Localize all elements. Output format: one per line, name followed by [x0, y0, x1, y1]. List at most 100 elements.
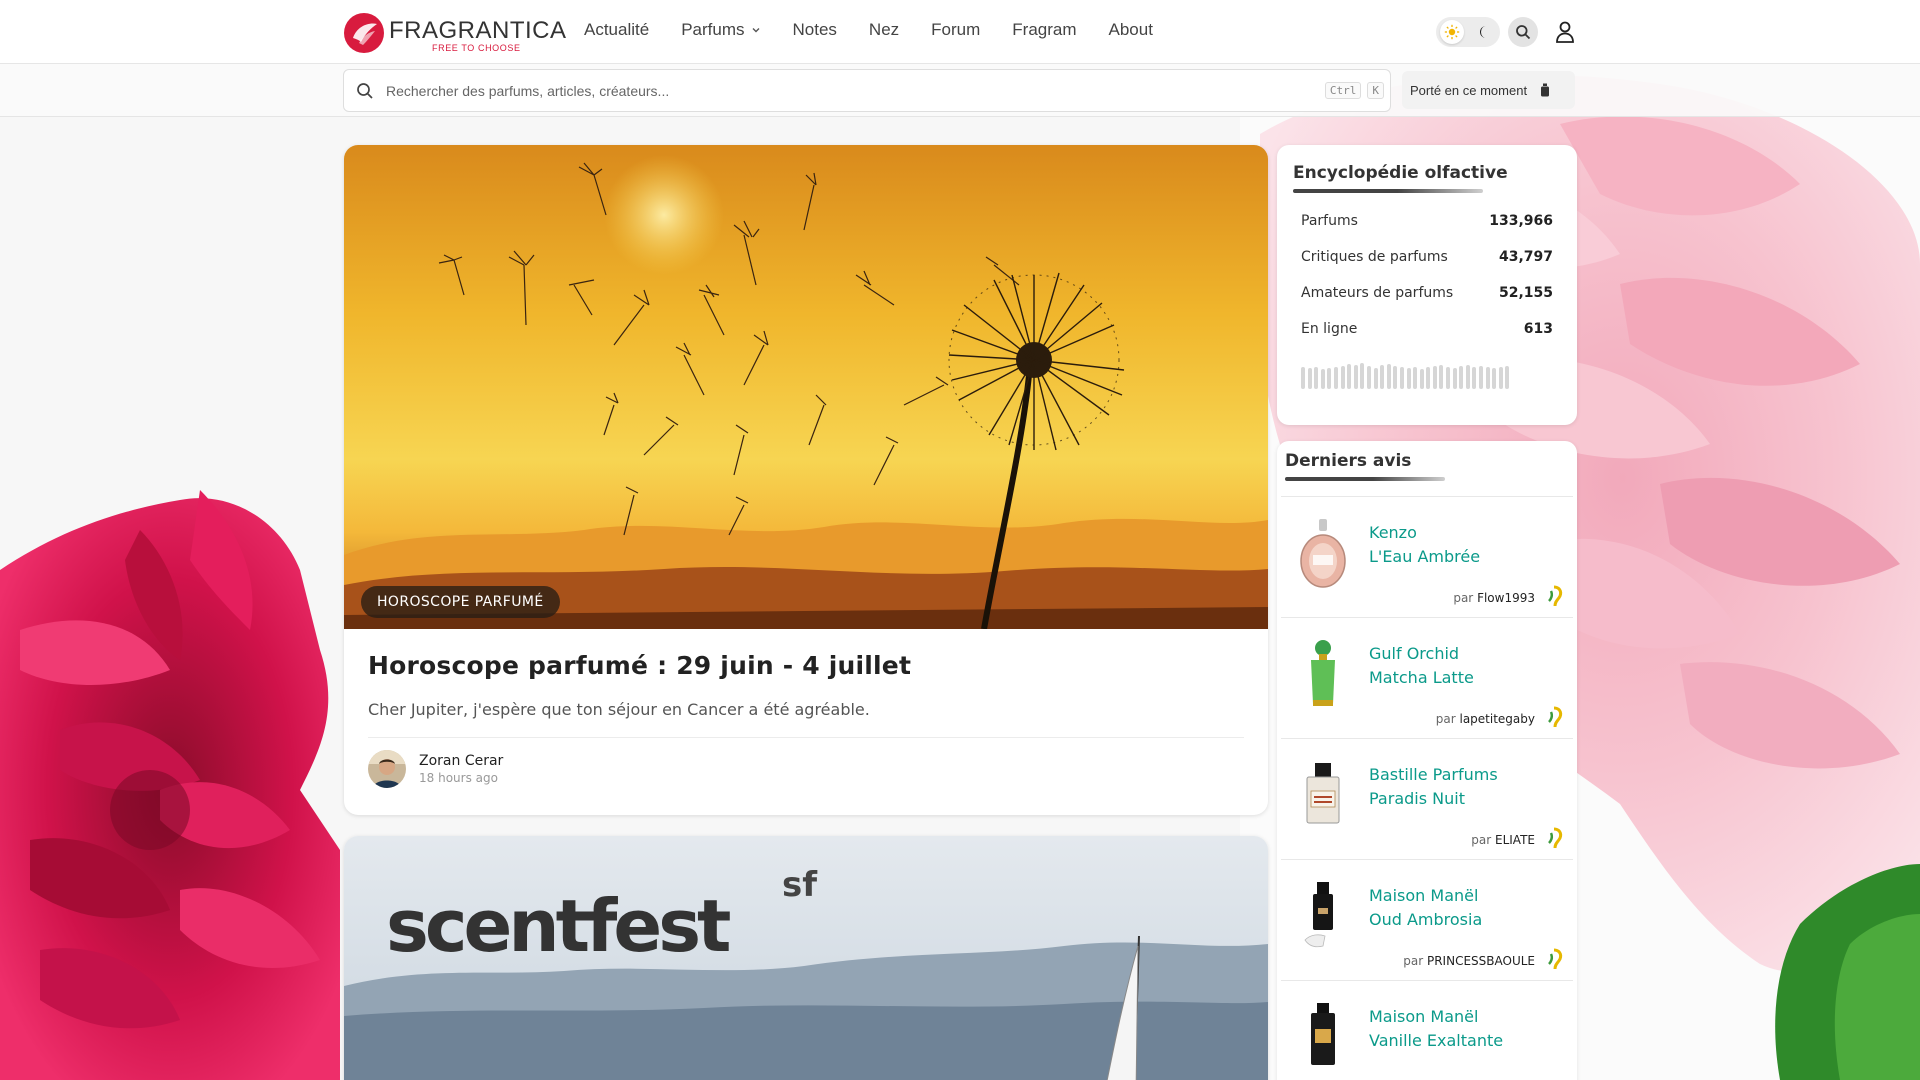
- scentfest-logo: scentfest: [386, 884, 730, 968]
- background-red-flower: [0, 490, 340, 1080]
- perfume-bottle-image: [1300, 519, 1346, 588]
- search-icon: [357, 82, 373, 99]
- header-search-button[interactable]: [1508, 17, 1538, 47]
- stat-value: 52,155: [1498, 285, 1553, 301]
- perfume-bottle-image: [1311, 640, 1335, 706]
- latest-reviews-widget: Derniers avis Kenzo L'Eau Ambrée par Flo…: [1277, 441, 1577, 1080]
- stat-label: Parfums: [1301, 213, 1358, 229]
- stat-label: Critiques de parfums: [1301, 249, 1448, 265]
- review-author[interactable]: par Flow1993: [1453, 591, 1535, 605]
- stat-label: En ligne: [1301, 321, 1358, 337]
- review-brand: Maison Manël: [1369, 1007, 1479, 1026]
- moon-icon: [1472, 20, 1496, 44]
- nav-label: Parfums: [681, 20, 745, 39]
- review-item[interactable]: Gulf Orchid Matcha Latte par lapetitegab…: [1281, 617, 1573, 738]
- fragrantica-logo[interactable]: FRAGRANTICA FREE TO CHOOSE: [343, 12, 567, 54]
- review-perfume-name[interactable]: Maison Manël Oud Ambrosia: [1369, 884, 1482, 932]
- article-category-badge[interactable]: HOROSCOPE PARFUMÉ: [361, 586, 560, 618]
- by-prefix: par: [1471, 833, 1492, 847]
- user-icon: [1556, 21, 1574, 43]
- perfume-bottle-image: [1311, 1003, 1335, 1065]
- article-title[interactable]: Horoscope parfumé : 29 juin - 4 juillet: [368, 651, 1244, 680]
- review-brand: Bastille Parfums: [1369, 765, 1498, 784]
- article-author: Zoran Cerar 18 hours ago: [368, 750, 1244, 788]
- nav-item-about[interactable]: About: [1109, 20, 1153, 40]
- nav-label: Fragram: [1012, 20, 1077, 39]
- article-card-horoscope[interactable]: HOROSCOPE PARFUMÉ Horoscope parfumé : 29…: [344, 145, 1268, 815]
- nav-item-fragram[interactable]: Fragram: [1012, 20, 1076, 40]
- stat-reviews: Critiques de parfums 43,797: [1293, 249, 1561, 285]
- title-underline: [1285, 477, 1445, 481]
- article-excerpt: Cher Jupiter, j'espère que ton séjour en…: [368, 700, 870, 719]
- shortcut-key-ctrl: Ctrl: [1324, 82, 1362, 99]
- stat-value: 133,966: [1489, 213, 1553, 229]
- nav-label: Forum: [931, 20, 981, 39]
- review-author[interactable]: par lapetitegaby: [1436, 712, 1535, 726]
- review-item[interactable]: Kenzo L'Eau Ambrée par Flow1993: [1281, 496, 1573, 617]
- worn-now-button[interactable]: Porté en ce moment: [1402, 71, 1575, 109]
- nav-label: About: [1108, 20, 1153, 39]
- scentfest-logo-sup: sf: [782, 865, 818, 905]
- nav-item-parfums[interactable]: Parfums: [681, 20, 760, 40]
- encyclopedia-widget: Encyclopédie olfactive Parfums 133,966 C…: [1277, 145, 1577, 425]
- review-username: PRINCESSBAOULE: [1426, 954, 1535, 968]
- nav-label: Actualité: [584, 20, 650, 39]
- review-author[interactable]: par PRINCESSBAOULE: [1403, 954, 1535, 968]
- title-underline: [1293, 189, 1483, 193]
- stat-online: En ligne 613: [1293, 321, 1561, 357]
- review-brand: Maison Manël: [1369, 886, 1479, 905]
- nav-item-actualite[interactable]: Actualité: [584, 20, 649, 40]
- review-perfume-name[interactable]: Kenzo L'Eau Ambrée: [1369, 521, 1480, 569]
- nav-label: Nez: [868, 20, 900, 39]
- reviewer-badge-icon: [1548, 706, 1563, 728]
- stat-perfumes: Parfums 133,966: [1293, 213, 1561, 249]
- perfume-bottle-icon: [1541, 83, 1550, 97]
- logo-name: FRAGRANTICA: [389, 17, 567, 44]
- perfume-bottle-image: [1306, 763, 1340, 824]
- top-navigation-bar: FRAGRANTICA FREE TO CHOOSE Actualité Par…: [0, 0, 1920, 64]
- stat-members: Amateurs de parfums 52,155: [1293, 285, 1561, 321]
- review-perfume: Matcha Latte: [1369, 668, 1474, 687]
- by-prefix: par: [1435, 712, 1456, 726]
- user-account-button[interactable]: [1550, 17, 1580, 47]
- avatar[interactable]: [368, 750, 406, 788]
- theme-toggle[interactable]: [1436, 17, 1500, 47]
- review-author[interactable]: par ELIATE: [1471, 833, 1535, 847]
- search-bar-strip: Ctrl K Porté en ce moment: [0, 64, 1920, 117]
- by-prefix: par: [1403, 954, 1424, 968]
- site-search-box[interactable]: Ctrl K: [343, 69, 1391, 112]
- review-brand: Kenzo: [1369, 523, 1417, 542]
- reviewer-badge-icon: [1548, 585, 1563, 607]
- article-card-scentfest[interactable]: scentfest sf: [344, 836, 1268, 1080]
- author-name[interactable]: Zoran Cerar: [419, 753, 503, 769]
- review-perfume-name[interactable]: Bastille Parfums Paradis Nuit: [1369, 763, 1498, 811]
- site-search-input[interactable]: [386, 82, 1325, 99]
- shortcut-key-k: K: [1367, 82, 1384, 99]
- stat-value: 43,797: [1498, 249, 1553, 265]
- review-perfume: Paradis Nuit: [1369, 789, 1465, 808]
- nav-item-forum[interactable]: Forum: [931, 20, 980, 40]
- review-brand: Gulf Orchid: [1369, 644, 1460, 663]
- stat-label: Amateurs de parfums: [1301, 285, 1454, 301]
- stat-value: 613: [1523, 321, 1553, 337]
- review-perfume-name[interactable]: Maison Manël Vanille Exaltante: [1369, 1005, 1503, 1053]
- search-icon: [1516, 25, 1531, 40]
- nav-item-nez[interactable]: Nez: [869, 20, 899, 40]
- review-perfume-name[interactable]: Gulf Orchid Matcha Latte: [1369, 642, 1474, 690]
- perfume-bottle-image: [1304, 882, 1333, 948]
- review-perfume: L'Eau Ambrée: [1369, 547, 1481, 566]
- review-username: ELIATE: [1495, 833, 1535, 847]
- nav-item-notes[interactable]: Notes: [793, 20, 837, 40]
- article-hero-image: HOROSCOPE PARFUMÉ: [344, 145, 1268, 629]
- nav-label: Notes: [792, 20, 837, 39]
- logo-tagline: FREE TO CHOOSE: [432, 43, 521, 53]
- widget-title: Derniers avis: [1285, 451, 1412, 471]
- review-username: lapetitegaby: [1459, 712, 1535, 726]
- main-nav: Actualité Parfums Notes Nez Forum Fragra…: [584, 20, 1185, 40]
- sun-icon: [1440, 20, 1464, 44]
- review-item[interactable]: Bastille Parfums Paradis Nuit par ELIATE: [1281, 738, 1573, 859]
- worn-now-label: Porté en ce moment: [1410, 82, 1528, 98]
- review-item[interactable]: Maison Manël Oud Ambrosia par PRINCESSBA…: [1281, 859, 1573, 980]
- by-prefix: par: [1453, 591, 1474, 605]
- review-item[interactable]: Maison Manël Vanille Exaltante: [1281, 980, 1573, 1080]
